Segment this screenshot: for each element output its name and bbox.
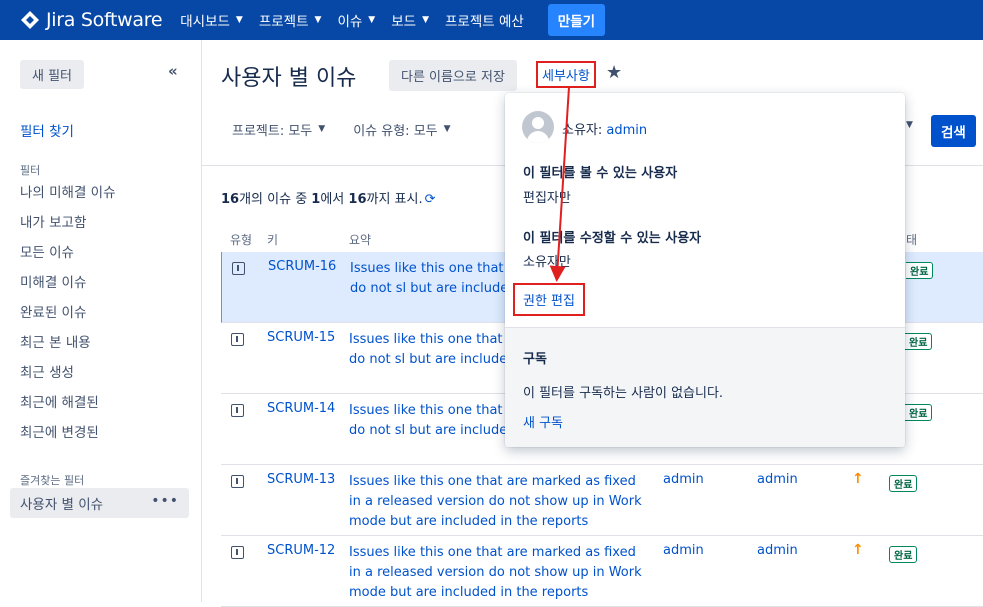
status-badge: 완료 xyxy=(905,333,933,350)
issue-key[interactable]: SCRUM-13 xyxy=(267,472,335,487)
project-filter[interactable]: 프로젝트: 모두 ▼ xyxy=(222,116,335,143)
chevron-down-icon: ▼ xyxy=(443,124,451,134)
sidebar-item-my-open-issues[interactable]: 나의 미해결 이슈 xyxy=(20,182,116,212)
nav-projects[interactable]: 프로젝트 ▼ xyxy=(259,10,322,30)
task-type-icon xyxy=(231,475,244,488)
jira-logo[interactable]: Jira Software xyxy=(20,9,163,31)
nav-project-budget[interactable]: 프로젝트 예산 xyxy=(445,10,524,30)
issue-key[interactable]: SCRUM-16 xyxy=(268,259,336,274)
task-type-icon xyxy=(232,262,245,275)
chevron-down-icon: ▼ xyxy=(235,15,243,25)
column-header-type[interactable]: 유형 xyxy=(230,231,252,248)
issue-key[interactable]: SCRUM-12 xyxy=(267,543,335,558)
jira-logo-icon xyxy=(20,10,40,30)
assignee[interactable]: admin xyxy=(663,543,704,558)
result-count: 16개의 이슈 중 1에서 16까지 표시. ⟳ xyxy=(221,192,436,207)
sidebar-item-all-issues[interactable]: 모든 이슈 xyxy=(20,242,116,272)
avatar xyxy=(522,111,554,143)
refresh-icon[interactable]: ⟳ xyxy=(425,192,436,207)
chevron-down-icon: ▼ xyxy=(314,15,322,25)
edit-permissions-link[interactable]: 권한 편집 xyxy=(513,283,585,316)
top-navigation: Jira Software 대시보드 ▼ 프로젝트 ▼ 이슈 ▼ 보드 ▼ 프로젝트 예… xyxy=(0,0,983,40)
filters-list: 나의 미해결 이슈 내가 보고함 모든 이슈 미해결 이슈 완료된 이슈 최근 … xyxy=(20,182,116,452)
new-subscription-link[interactable]: 새 구독 xyxy=(523,412,563,431)
save-as-button[interactable]: 다른 이름으로 저장 xyxy=(389,60,517,91)
chevron-down-icon: ▼ xyxy=(368,15,376,25)
filters-section-title: 필터 xyxy=(20,164,41,177)
task-type-icon xyxy=(231,333,244,346)
star-icon[interactable]: ★ xyxy=(606,62,622,83)
nav-boards[interactable]: 보드 ▼ xyxy=(391,10,429,30)
column-header-status[interactable]: 태 xyxy=(906,231,917,248)
page-title: 사용자 별 이슈 xyxy=(221,66,357,91)
status-badge: 완료 xyxy=(905,404,933,421)
new-filter-button[interactable]: 새 필터 xyxy=(20,60,85,89)
sidebar-item-reported-by-me[interactable]: 내가 보고함 xyxy=(20,212,116,242)
issue-summary[interactable]: Issues like this one that are marked as … xyxy=(349,543,649,603)
details-link[interactable]: 세부사항 xyxy=(536,61,596,88)
status-badge: 완료 xyxy=(889,546,918,563)
edit-permission-value: 소유자만 xyxy=(523,255,571,270)
edit-permission-title: 이 필터를 수정할 수 있는 사용자 xyxy=(523,231,702,246)
sidebar-item-recently-viewed[interactable]: 최근 본 내용 xyxy=(20,332,116,362)
priority-high-icon: ↑ xyxy=(852,542,864,558)
sidebar-item-open-issues[interactable]: 미해결 이슈 xyxy=(20,272,116,302)
reporter[interactable]: admin xyxy=(757,472,798,487)
chevron-down-icon[interactable]: ▼ xyxy=(906,120,913,130)
brand-name: Jira Software xyxy=(46,9,163,31)
subscriptions-title: 구독 xyxy=(523,352,547,367)
view-permission-value: 편집자만 xyxy=(523,191,571,206)
find-filters-link[interactable]: 필터 찾기 xyxy=(20,120,74,140)
column-header-summary[interactable]: 요약 xyxy=(349,231,371,248)
owner-line: 소유자: admin xyxy=(562,123,648,138)
create-button[interactable]: 만들기 xyxy=(547,4,606,36)
favorite-filters-title: 즐겨찾는 필터 xyxy=(20,474,85,487)
table-row[interactable]: SCRUM-13 Issues like this one that are m… xyxy=(221,465,983,536)
view-permission-title: 이 필터를 볼 수 있는 사용자 xyxy=(523,166,678,181)
collapse-sidebar-icon[interactable]: « xyxy=(168,62,178,80)
issue-key[interactable]: SCRUM-15 xyxy=(267,330,335,345)
no-subscribers-text: 이 필터를 구독하는 사람이 없습니다. xyxy=(523,386,724,401)
chevron-down-icon: ▼ xyxy=(318,124,326,134)
table-row[interactable]: SCRUM-12 Issues like this one that are m… xyxy=(221,536,983,607)
nav-dashboards[interactable]: 대시보드 ▼ xyxy=(180,10,243,30)
column-header-key[interactable]: 키 xyxy=(267,231,278,248)
sidebar-item-recently-updated[interactable]: 최근에 변경된 xyxy=(20,422,116,452)
task-type-icon xyxy=(231,404,244,417)
reporter[interactable]: admin xyxy=(757,543,798,558)
search-button[interactable]: 검색 xyxy=(931,115,976,147)
filters-sidebar: 새 필터 « 필터 찾기 필터 나의 미해결 이슈 내가 보고함 모든 이슈 미… xyxy=(0,40,202,602)
issue-summary[interactable]: Issues like this one that are marked as … xyxy=(349,472,649,532)
chevron-down-icon: ▼ xyxy=(422,15,429,25)
status-badge: 완료 xyxy=(889,475,918,492)
sidebar-item-done-issues[interactable]: 완료된 이슈 xyxy=(20,302,116,332)
more-options-icon[interactable]: ••• xyxy=(151,493,179,509)
task-type-icon xyxy=(231,546,244,559)
sidebar-item-favorite-filter[interactable]: 사용자 별 이슈 ••• xyxy=(10,488,189,518)
issue-key[interactable]: SCRUM-14 xyxy=(267,401,335,416)
priority-high-icon: ↑ xyxy=(852,471,864,487)
filter-details-popover: 소유자: admin 이 필터를 볼 수 있는 사용자 편집자만 이 필터를 수… xyxy=(505,93,905,447)
issue-type-filter[interactable]: 이슈 유형: 모두 ▼ xyxy=(343,116,460,143)
assignee[interactable]: admin xyxy=(663,472,704,487)
subscriptions-section: 구독 이 필터를 구독하는 사람이 없습니다. 새 구독 xyxy=(505,327,905,447)
nav-issues[interactable]: 이슈 ▼ xyxy=(337,10,375,30)
status-badge: 완료 xyxy=(906,262,934,279)
filter-bar: 프로젝트: 모두 ▼ 이슈 유형: 모두 ▼ xyxy=(222,110,469,148)
sidebar-item-recently-resolved[interactable]: 최근에 해결된 xyxy=(20,392,116,422)
owner-name-link[interactable]: admin xyxy=(606,123,647,138)
sidebar-item-recently-created[interactable]: 최근 생성 xyxy=(20,362,116,392)
